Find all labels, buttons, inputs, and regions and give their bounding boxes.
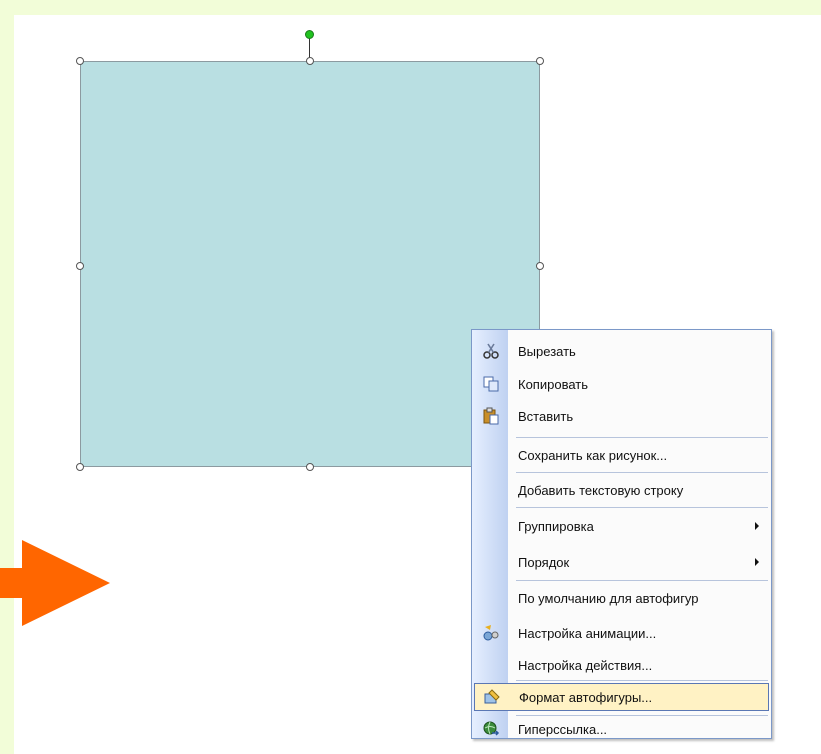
resize-handle-top-right[interactable] [536, 57, 544, 65]
scissors-icon [483, 343, 499, 359]
menu-item-order[interactable]: Порядок [474, 549, 769, 575]
resize-handle-left[interactable] [76, 262, 84, 270]
menu-item-cut[interactable]: Вырезать [474, 338, 769, 364]
orange-arrow-icon [0, 540, 110, 626]
resize-handle-bottom-left[interactable] [76, 463, 84, 471]
resize-handle-top-left[interactable] [76, 57, 84, 65]
menu-separator [516, 680, 768, 681]
copy-icon [483, 376, 499, 392]
submenu-arrow-icon [755, 522, 759, 530]
menu-separator [516, 580, 768, 581]
resize-handle-right[interactable] [536, 262, 544, 270]
menu-item-label: Вырезать [518, 344, 576, 359]
menu-separator [516, 437, 768, 438]
menu-item-label: Сохранить как рисунок... [518, 448, 668, 463]
menu-separator [516, 472, 768, 473]
menu-item-hyperlink[interactable]: Гиперссылка... [474, 716, 769, 742]
menu-item-label: Группировка [518, 519, 594, 534]
hyperlink-globe-icon [483, 721, 500, 736]
menu-separator [516, 507, 768, 508]
menu-item-default-autoshape[interactable]: По умолчанию для автофигур [474, 585, 769, 611]
submenu-arrow-icon [755, 558, 759, 566]
menu-item-paste[interactable]: Вставить [474, 403, 769, 429]
context-menu: Вырезать Копировать Вставить Сохранить к… [471, 329, 772, 739]
menu-item-copy[interactable]: Копировать [474, 371, 769, 397]
menu-item-save-as-picture[interactable]: Сохранить как рисунок... [474, 442, 769, 468]
menu-item-label: Копировать [518, 377, 588, 392]
paste-icon [483, 407, 499, 425]
menu-item-label: Порядок [518, 555, 570, 570]
animation-icon [483, 625, 499, 641]
rotation-handle[interactable] [305, 30, 314, 39]
menu-item-add-text[interactable]: Добавить текстовую строку [474, 477, 769, 503]
menu-item-grouping[interactable]: Группировка [474, 513, 769, 539]
resize-handle-top[interactable] [306, 57, 314, 65]
menu-item-label: Добавить текстовую строку [518, 483, 684, 498]
resize-handle-bottom[interactable] [306, 463, 314, 471]
menu-item-label: Формат автофигуры... [519, 690, 653, 705]
menu-item-custom-animation[interactable]: Настройка анимации... [474, 620, 769, 646]
menu-item-label: По умолчанию для автофигур [518, 591, 699, 606]
menu-item-label: Настройка анимации... [518, 626, 657, 641]
format-shape-icon [484, 689, 500, 704]
menu-item-label: Настройка действия... [518, 658, 653, 673]
menu-item-action-settings[interactable]: Настройка действия... [474, 652, 769, 678]
menu-item-format-autoshape[interactable]: Формат автофигуры... [474, 683, 769, 711]
menu-item-label: Гиперссылка... [518, 722, 608, 737]
menu-item-label: Вставить [518, 409, 574, 424]
